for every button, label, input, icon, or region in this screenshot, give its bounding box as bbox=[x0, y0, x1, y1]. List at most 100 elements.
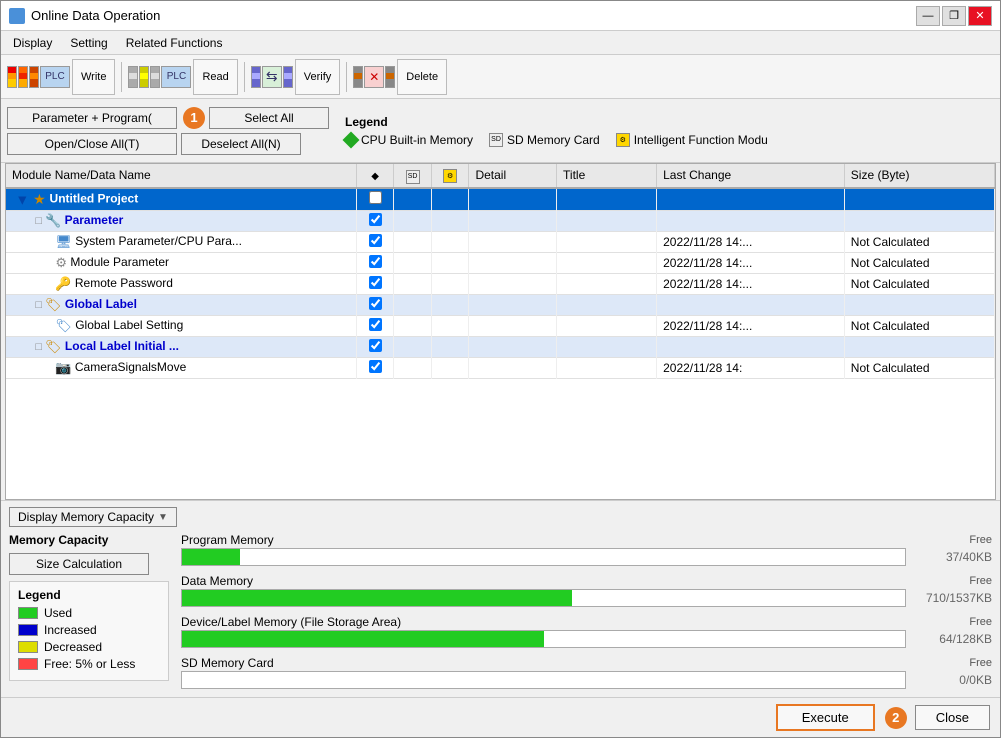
deselect-button[interactable]: Deselect All(N) bbox=[181, 133, 301, 155]
row-name: System Parameter/CPU Para... bbox=[75, 234, 242, 248]
row-check-cell[interactable] bbox=[356, 231, 394, 252]
row-check-cell[interactable] bbox=[356, 315, 394, 336]
legend-increased-row: Increased bbox=[18, 623, 160, 637]
row-checkbox[interactable] bbox=[369, 339, 382, 352]
decreased-label: Decreased bbox=[44, 640, 102, 654]
row-checkbox[interactable] bbox=[369, 297, 382, 310]
row-check-cell[interactable] bbox=[356, 336, 394, 357]
action-buttons: Parameter + Program( 1 Select All Open/C… bbox=[7, 107, 329, 155]
title-bar-controls: — ❐ ✕ bbox=[916, 6, 992, 26]
tree-table: Module Name/Data Name ◆ SD ⚙ Detail Titl… bbox=[6, 164, 995, 379]
row-name-cell: □ 🏷 Local Label Initial ... bbox=[6, 336, 356, 357]
device-memory-bar-group: Device/Label Memory (File Storage Area) … bbox=[181, 615, 992, 648]
row-func-cell bbox=[431, 357, 469, 378]
row-name-cell: 🏷 Global Label Setting bbox=[6, 315, 356, 336]
row-checkbox[interactable] bbox=[369, 360, 382, 373]
row-name: Remote Password bbox=[75, 276, 173, 290]
verify-button[interactable]: Verify bbox=[295, 59, 341, 95]
expand-icon: □ bbox=[35, 341, 45, 353]
param-program-button[interactable]: Parameter + Program( bbox=[7, 107, 177, 129]
row-title-cell bbox=[557, 357, 657, 378]
row-checkbox[interactable] bbox=[369, 276, 382, 289]
row-change-cell: 2022/11/28 14: bbox=[657, 357, 845, 378]
dropdown-arrow-icon: ▼ bbox=[158, 512, 168, 523]
camera-icon: 📷 bbox=[55, 360, 71, 375]
sd-memory-track bbox=[181, 671, 906, 689]
row-check-cell[interactable] bbox=[356, 273, 394, 294]
row-name-cell: ▼ ★ Untitled Project bbox=[6, 188, 356, 211]
table-row[interactable]: 🔑 Remote Password 2022/11/28 14:... Not … bbox=[6, 273, 995, 294]
window-title: Online Data Operation bbox=[31, 8, 160, 23]
row-title-cell bbox=[557, 273, 657, 294]
row-change-cell: 2022/11/28 14:... bbox=[657, 315, 845, 336]
size-calculation-button[interactable]: Size Calculation bbox=[9, 553, 149, 575]
write-device-label: PLC bbox=[45, 71, 64, 82]
row-check-cell[interactable] bbox=[356, 210, 394, 231]
menu-setting[interactable]: Setting bbox=[62, 34, 115, 52]
legend-free-row: Free: 5% or Less bbox=[18, 657, 160, 671]
row-checkbox[interactable] bbox=[369, 191, 382, 204]
select-all-button[interactable]: Select All bbox=[209, 107, 329, 129]
row-check-cell[interactable] bbox=[356, 294, 394, 315]
memory-left-panel: Memory Capacity Size Calculation Legend … bbox=[9, 533, 169, 693]
memory-capacity-label: Memory Capacity bbox=[9, 533, 169, 547]
row-check-cell[interactable] bbox=[356, 252, 394, 273]
open-close-button[interactable]: Open/Close All(T) bbox=[7, 133, 177, 155]
row-sd-cell bbox=[394, 210, 432, 231]
legend-cpu-label: CPU Built-in Memory bbox=[361, 133, 473, 147]
minimize-button[interactable]: — bbox=[916, 6, 940, 26]
table-row[interactable]: ⚙ Module Parameter 2022/11/28 14:... Not… bbox=[6, 252, 995, 273]
table-row[interactable]: □ 🔧 Parameter bbox=[6, 210, 995, 231]
col-last-change: Last Change bbox=[657, 164, 845, 188]
select-all-label: Select All bbox=[244, 111, 293, 125]
write-group: PLC Write bbox=[7, 59, 115, 95]
row-title-cell bbox=[557, 315, 657, 336]
restore-button[interactable]: ❐ bbox=[942, 6, 966, 26]
display-memory-button[interactable]: Display Memory Capacity ▼ bbox=[9, 507, 177, 527]
menu-related-functions[interactable]: Related Functions bbox=[118, 34, 231, 52]
row-checkbox[interactable] bbox=[369, 234, 382, 247]
display-memory-label: Display Memory Capacity bbox=[18, 510, 154, 524]
row-sd-cell bbox=[394, 294, 432, 315]
legend-box-title: Legend bbox=[18, 588, 160, 602]
table-row[interactable]: ▼ ★ Untitled Project bbox=[6, 188, 995, 211]
legend-items: CPU Built-in Memory SD SD Memory Card ⚙ … bbox=[345, 133, 768, 147]
row-checkbox[interactable] bbox=[369, 255, 382, 268]
table-row[interactable]: 🖥 System Parameter/CPU Para... 2022/11/2… bbox=[6, 231, 995, 252]
delete-button[interactable]: Delete bbox=[397, 59, 447, 95]
table-row[interactable]: □ 🏷 Global Label bbox=[6, 294, 995, 315]
row-func-cell bbox=[431, 273, 469, 294]
program-memory-free-value: 37/40KB bbox=[912, 550, 992, 564]
execute-button[interactable]: Execute bbox=[776, 704, 875, 731]
read-device-icon: PLC bbox=[161, 66, 191, 88]
row-check-cell[interactable] bbox=[356, 357, 394, 378]
title-bar-left: Online Data Operation bbox=[9, 8, 160, 24]
write-button[interactable]: Write bbox=[72, 59, 115, 95]
row-size-cell: Not Calculated bbox=[844, 252, 994, 273]
legend-title: Legend bbox=[345, 115, 768, 129]
tree-table-container[interactable]: Module Name/Data Name ◆ SD ⚙ Detail Titl… bbox=[5, 163, 996, 500]
decreased-color-swatch bbox=[18, 641, 38, 653]
row-check-cell[interactable] bbox=[356, 188, 394, 211]
row-title-cell bbox=[557, 336, 657, 357]
table-row[interactable]: 📷 CameraSignalsMove 2022/11/28 14: Not C… bbox=[6, 357, 995, 378]
menu-display[interactable]: Display bbox=[5, 34, 60, 52]
device-memory-free: Free bbox=[969, 616, 992, 628]
table-row[interactable]: □ 🏷 Local Label Initial ... bbox=[6, 336, 995, 357]
data-memory-label-row: Data Memory Free bbox=[181, 574, 992, 588]
memory-section: Display Memory Capacity ▼ Memory Capacit… bbox=[1, 500, 1000, 697]
row-detail-cell bbox=[469, 188, 557, 211]
close-window-button[interactable]: ✕ bbox=[968, 6, 992, 26]
row-size-cell bbox=[844, 188, 994, 211]
row-checkbox[interactable] bbox=[369, 213, 382, 226]
verify-group: ⇆ Verify bbox=[251, 59, 341, 95]
row-change-cell bbox=[657, 188, 845, 211]
password-icon: 🔑 bbox=[55, 276, 71, 291]
program-memory-label-row: Program Memory Free bbox=[181, 533, 992, 547]
table-row[interactable]: 🏷 Global Label Setting 2022/11/28 14:...… bbox=[6, 315, 995, 336]
sd-memory-bar-group: SD Memory Card Free 0/0KB bbox=[181, 656, 992, 689]
row-checkbox[interactable] bbox=[369, 318, 382, 331]
read-button[interactable]: Read bbox=[193, 59, 237, 95]
row-detail-cell bbox=[469, 210, 557, 231]
close-button[interactable]: Close bbox=[915, 705, 990, 730]
